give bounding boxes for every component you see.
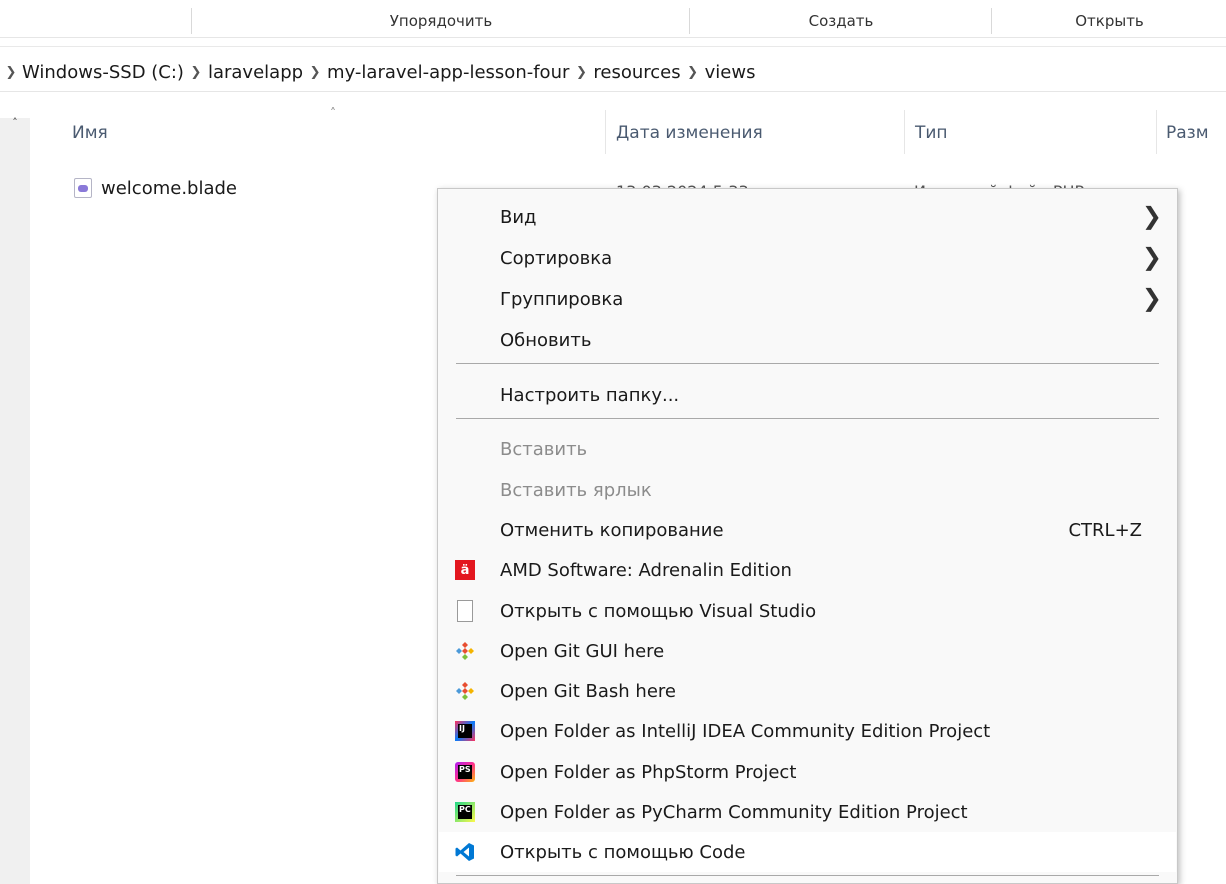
organize-button[interactable]: Упорядочить	[193, 8, 690, 34]
menu-item-open-pycharm[interactable]: PC Open Folder as PyCharm Community Edit…	[439, 792, 1176, 832]
sort-ascending-icon: ˄	[330, 106, 336, 120]
menu-item-paste: Вставить	[439, 429, 1176, 469]
document-icon	[457, 600, 473, 622]
menu-item-amd-software[interactable]: ä AMD Software: Adrenalin Edition	[439, 550, 1176, 590]
git-icon	[455, 681, 475, 701]
menu-item-label: Open Folder as PhpStorm Project	[500, 761, 797, 783]
pycharm-icon: PC	[455, 802, 475, 822]
menu-item-label: Open Folder as PyCharm Community Edition…	[500, 801, 968, 823]
create-button[interactable]: Создать	[691, 8, 992, 34]
column-header-type[interactable]: Тип	[915, 118, 948, 148]
menu-item-label: Вставить	[500, 438, 588, 460]
menu-item-undo-copy[interactable]: Отменить копирование CTRL+Z	[439, 510, 1176, 550]
breadcrumb-chevron-icon[interactable]: ❯	[0, 65, 22, 80]
context-menu: Вид ❯ Сортировка ❯ Группировка ❯ Обновит…	[437, 188, 1178, 884]
address-divider	[0, 91, 1226, 92]
menu-item-open-intellij[interactable]: IJ Open Folder as IntelliJ IDEA Communit…	[439, 711, 1176, 751]
menu-item-open-phpstorm[interactable]: PS Open Folder as PhpStorm Project	[439, 752, 1176, 792]
menu-shortcut: CTRL+Z	[1068, 519, 1142, 541]
column-divider[interactable]	[1156, 110, 1157, 154]
menu-item-label: Открыть с помощью Code	[500, 841, 746, 863]
navigation-pane-scrollbar[interactable]	[0, 118, 30, 884]
column-header-name[interactable]: Имя	[72, 118, 108, 148]
amd-icon: ä	[455, 560, 475, 580]
menu-item-git-bash[interactable]: Open Git Bash here	[439, 671, 1176, 711]
menu-item-paste-shortcut: Вставить ярлык	[439, 470, 1176, 510]
chevron-right-icon: ❯	[1141, 202, 1162, 230]
menu-item-label: Открыть с помощью Visual Studio	[500, 600, 817, 622]
menu-item-label: Open Git GUI here	[500, 640, 665, 662]
menu-item-sort[interactable]: Сортировка ❯	[439, 238, 1176, 278]
menu-item-label: Сортировка	[500, 247, 613, 269]
file-row[interactable]: welcome.blade	[66, 172, 446, 204]
menu-item-open-visual-studio[interactable]: Открыть с помощью Visual Studio	[439, 591, 1176, 631]
menu-item-customize-folder[interactable]: Настроить папку...	[439, 375, 1176, 415]
menu-item-label: Вид	[500, 206, 537, 228]
breadcrumb-chevron-icon[interactable]: ❯	[569, 65, 593, 80]
menu-separator	[456, 875, 1159, 876]
menu-item-label: Вставить ярлык	[500, 479, 652, 501]
menu-item-label: Open Git Bash here	[500, 680, 676, 702]
menu-item-refresh[interactable]: Обновить	[439, 320, 1176, 360]
menu-item-label: Группировка	[500, 288, 624, 310]
open-button[interactable]: Открыть	[993, 8, 1226, 34]
intellij-icon: IJ	[455, 721, 475, 741]
menu-item-label: Обновить	[500, 329, 592, 351]
chevron-right-icon: ❯	[1141, 284, 1162, 312]
scroll-up-icon[interactable]: ˄	[0, 112, 30, 132]
column-divider[interactable]	[605, 110, 606, 154]
breadcrumb-chevron-icon[interactable]: ❯	[184, 65, 208, 80]
git-icon	[455, 641, 475, 661]
vscode-icon	[455, 842, 475, 862]
chevron-right-icon: ❯	[1141, 243, 1162, 271]
command-bar: Упорядочить Создать Открыть	[0, 0, 1226, 47]
phpstorm-icon: PS	[455, 762, 475, 782]
toolbar-divider-2	[0, 46, 1226, 47]
menu-item-label: Настроить папку...	[500, 384, 680, 406]
breadcrumb-item-laravelapp[interactable]: laravelapp	[208, 62, 303, 83]
menu-item-open-vscode[interactable]: Открыть с помощью Code	[439, 832, 1176, 872]
column-header-size[interactable]: Разм	[1166, 118, 1209, 148]
column-divider[interactable]	[904, 110, 905, 154]
menu-separator	[456, 363, 1159, 364]
menu-item-label: Отменить копирование	[500, 519, 724, 541]
breadcrumb-item-project[interactable]: my-laravel-app-lesson-four	[327, 62, 569, 83]
column-header-date[interactable]: Дата изменения	[616, 118, 763, 148]
menu-item-git-gui[interactable]: Open Git GUI here	[439, 631, 1176, 671]
file-name: welcome.blade	[101, 177, 237, 199]
pycharm-glyph: PC	[458, 805, 472, 819]
toolbar-spacer	[0, 8, 192, 34]
breadcrumb-item-views[interactable]: views	[705, 62, 756, 83]
menu-item-label: Open Folder as IntelliJ IDEA Community E…	[500, 720, 991, 742]
breadcrumb-item-resources[interactable]: resources	[593, 62, 680, 83]
intellij-glyph: IJ	[458, 724, 472, 738]
menu-item-group[interactable]: Группировка ❯	[439, 279, 1176, 319]
menu-separator	[456, 418, 1159, 419]
breadcrumb: ❯ Windows-SSD (C:) ❯ laravelapp ❯ my-lar…	[0, 52, 1226, 92]
menu-item-label: AMD Software: Adrenalin Edition	[500, 559, 792, 581]
php-file-icon	[74, 178, 92, 198]
menu-item-view[interactable]: Вид ❯	[439, 197, 1176, 237]
phpstorm-glyph: PS	[458, 765, 472, 779]
breadcrumb-chevron-icon[interactable]: ❯	[303, 65, 327, 80]
toolbar-divider	[0, 37, 1226, 38]
breadcrumb-item-drive[interactable]: Windows-SSD (C:)	[22, 62, 184, 83]
breadcrumb-chevron-icon[interactable]: ❯	[681, 65, 705, 80]
